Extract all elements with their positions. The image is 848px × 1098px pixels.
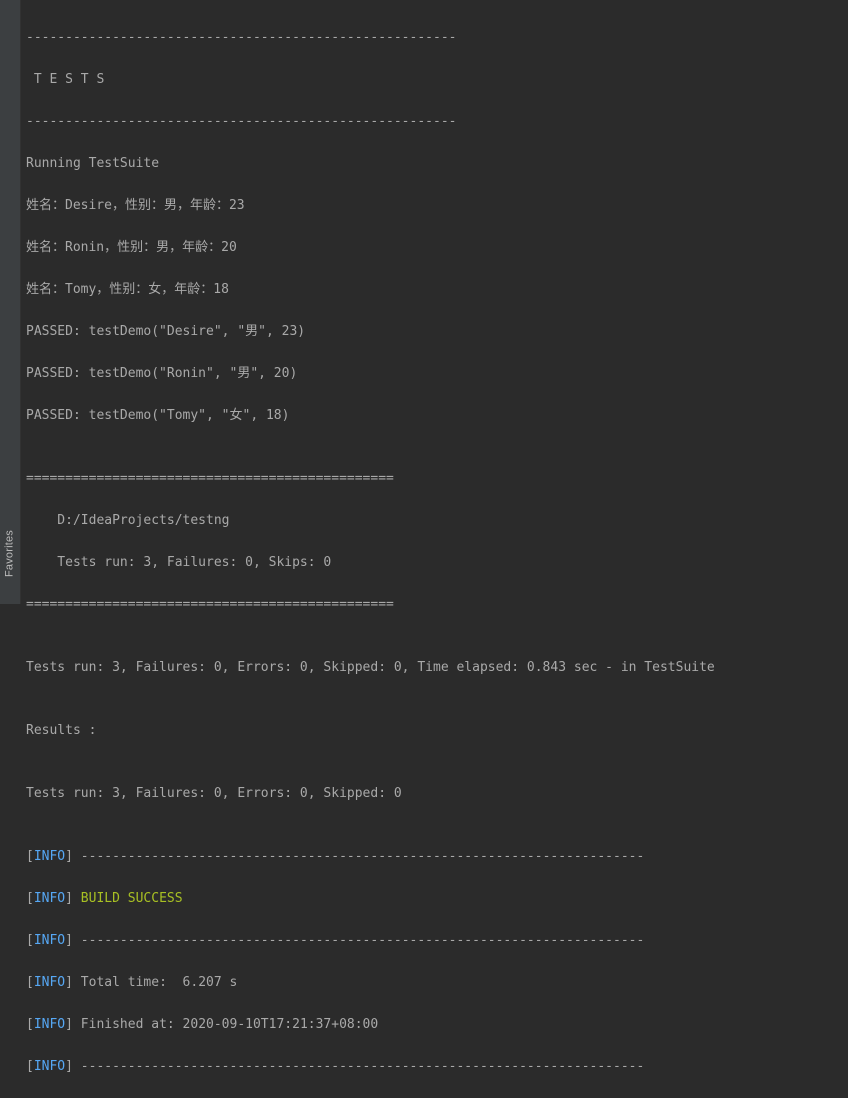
- console-line: PASSED: testDemo("Tomy", "女", 18): [26, 405, 848, 426]
- console-line: PASSED: testDemo("Desire", "男", 23): [26, 321, 848, 342]
- console-line: 姓名：Tomy，性别：女，年龄：18: [26, 279, 848, 300]
- console-line: Tests run: 3, Failures: 0, Errors: 0, Sk…: [26, 783, 848, 804]
- console-line: [INFO] Total time: 6.207 s: [26, 972, 848, 993]
- console-line: [INFO] BUILD SUCCESS: [26, 888, 848, 909]
- console-line: PASSED: testDemo("Ronin", "男", 20): [26, 363, 848, 384]
- build-success: BUILD SUCCESS: [81, 891, 183, 906]
- console-line: [INFO] Finished at: 2020-09-10T17:21:37+…: [26, 1014, 848, 1035]
- console-line: ========================================…: [26, 468, 848, 489]
- info-tag: INFO: [34, 975, 65, 990]
- console-line: D:/IdeaProjects/testng: [26, 510, 848, 531]
- console-line: [INFO] ---------------------------------…: [26, 930, 848, 951]
- console-line: [INFO] ---------------------------------…: [26, 1056, 848, 1077]
- console-line: Results :: [26, 720, 848, 741]
- console-line: 姓名：Desire，性别：男，年龄：23: [26, 195, 848, 216]
- console-line: T E S T S: [26, 69, 848, 90]
- sidebar: Favorites: [0, 0, 21, 604]
- console-line: Tests run: 3, Failures: 0, Skips: 0: [26, 552, 848, 573]
- console-line: [INFO] ---------------------------------…: [26, 846, 848, 867]
- console-line: ----------------------------------------…: [26, 27, 848, 48]
- info-tag: INFO: [34, 1059, 65, 1074]
- console-line: Running TestSuite: [26, 153, 848, 174]
- sidebar-favorites-tab[interactable]: Favorites: [0, 530, 21, 577]
- info-tag: INFO: [34, 1017, 65, 1032]
- console-line: ========================================…: [26, 594, 848, 615]
- info-tag: INFO: [34, 933, 65, 948]
- info-tag: INFO: [34, 891, 65, 906]
- console-line: Tests run: 3, Failures: 0, Errors: 0, Sk…: [26, 657, 848, 678]
- info-tag: INFO: [34, 849, 65, 864]
- console-line: ----------------------------------------…: [26, 111, 848, 132]
- console-output: ----------------------------------------…: [26, 6, 848, 604]
- console-line: 姓名：Ronin，性别：男，年龄：20: [26, 237, 848, 258]
